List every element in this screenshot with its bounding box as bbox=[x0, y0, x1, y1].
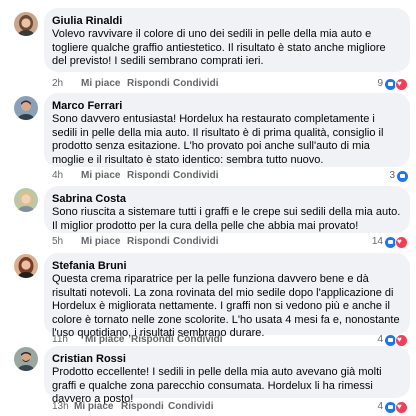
avatar[interactable] bbox=[14, 188, 38, 212]
love-icon bbox=[395, 235, 408, 249]
comment-text: Questa crema riparatrice per la pelle fu… bbox=[52, 273, 400, 339]
reactions-summary[interactable]: 4 bbox=[376, 400, 408, 414]
avatar-image bbox=[14, 12, 38, 36]
share-button[interactable]: Condividi bbox=[177, 333, 223, 347]
reply-button[interactable]: Rispondi bbox=[127, 77, 170, 91]
avatar[interactable] bbox=[14, 254, 38, 278]
reply-button[interactable]: Rispondi bbox=[127, 169, 170, 183]
comment-time[interactable]: 4h bbox=[52, 169, 63, 183]
share-button[interactable]: Condividi bbox=[173, 77, 219, 91]
reaction-count: 14 bbox=[371, 236, 383, 247]
reactions-summary[interactable]: 3 bbox=[388, 169, 408, 183]
comment-actions: 5h Mi piace Rispondi Condividi 14 bbox=[52, 235, 408, 249]
avatar-image bbox=[14, 96, 38, 120]
reply-button[interactable]: Rispondi bbox=[127, 235, 170, 249]
reactions-summary[interactable]: 14 bbox=[371, 235, 408, 249]
comment-time[interactable]: 5h bbox=[52, 235, 63, 249]
reactions-summary[interactable]: 4 bbox=[376, 333, 408, 347]
comment-text: Sono riuscita a sistemare tutti i graffi… bbox=[52, 206, 401, 232]
comment-author[interactable]: Marco Ferrari bbox=[52, 99, 402, 113]
like-button[interactable]: Mi piace bbox=[74, 400, 113, 414]
comment-time[interactable]: 13h bbox=[52, 400, 69, 414]
comment-actions: 2h Mi piace Rispondi Condividi 9 bbox=[52, 77, 408, 91]
comment-bubble: Sabrina Costa Sono riuscita a sistemare … bbox=[44, 186, 410, 233]
comment-author[interactable]: Sabrina Costa bbox=[52, 192, 402, 206]
comment-actions: 13h Mi piace Rispondi Condividi 4 bbox=[52, 400, 408, 414]
comment-author[interactable]: Cristian Rossi bbox=[52, 352, 402, 366]
like-button[interactable]: Mi piace bbox=[81, 235, 120, 249]
share-button[interactable]: Condividi bbox=[168, 400, 214, 414]
comment-bubble: Cristian Rossi Prodotto eccellente! I se… bbox=[44, 346, 410, 405]
comments-feed: Giulia Rinaldi Volevo ravvivare il color… bbox=[0, 0, 416, 416]
comment-author[interactable]: Stefania Bruni bbox=[52, 259, 402, 273]
like-button[interactable]: Mi piace bbox=[85, 333, 124, 347]
avatar[interactable] bbox=[14, 347, 38, 371]
reaction-count: 4 bbox=[377, 401, 383, 412]
comment-bubble: Giulia Rinaldi Volevo ravvivare il color… bbox=[44, 8, 410, 72]
avatar-image bbox=[14, 188, 38, 212]
love-icon bbox=[395, 400, 408, 414]
reply-button[interactable]: Rispondi bbox=[121, 400, 164, 414]
avatar[interactable] bbox=[14, 12, 38, 36]
reactions-summary[interactable]: 9 bbox=[376, 77, 408, 91]
like-button[interactable]: Mi piace bbox=[81, 169, 120, 183]
comment-bubble: Marco Ferrari Sono davvero entusiasta! H… bbox=[44, 93, 410, 167]
reply-button[interactable]: Rispondi bbox=[131, 333, 174, 347]
avatar[interactable] bbox=[14, 96, 38, 120]
reaction-count: 9 bbox=[377, 78, 383, 89]
comment-time[interactable]: 2h bbox=[52, 77, 63, 91]
comment-text: Volevo ravvivare il colore di uno dei se… bbox=[52, 28, 386, 67]
share-button[interactable]: Condividi bbox=[173, 235, 219, 249]
comment-text: Sono davvero entusiasta! Hordelux ha res… bbox=[52, 113, 384, 166]
comment-bubble: Stefania Bruni Questa crema riparatrice … bbox=[44, 253, 410, 339]
love-icon bbox=[395, 333, 408, 347]
share-button[interactable]: Condividi bbox=[173, 169, 219, 183]
comment-time[interactable]: 11h bbox=[52, 333, 68, 347]
like-icon bbox=[397, 170, 408, 182]
comment-author[interactable]: Giulia Rinaldi bbox=[52, 14, 402, 28]
love-icon bbox=[395, 77, 408, 91]
avatar-image bbox=[14, 254, 38, 278]
comment-actions: 11h Mi piace Rispondi Condividi 4 bbox=[52, 333, 408, 347]
like-button[interactable]: Mi piace bbox=[81, 77, 120, 91]
reaction-count: 3 bbox=[389, 170, 395, 181]
avatar-image bbox=[14, 347, 38, 371]
comment-actions: 4h Mi piace Rispondi Condividi 3 bbox=[52, 169, 408, 183]
reaction-count: 4 bbox=[377, 334, 383, 345]
